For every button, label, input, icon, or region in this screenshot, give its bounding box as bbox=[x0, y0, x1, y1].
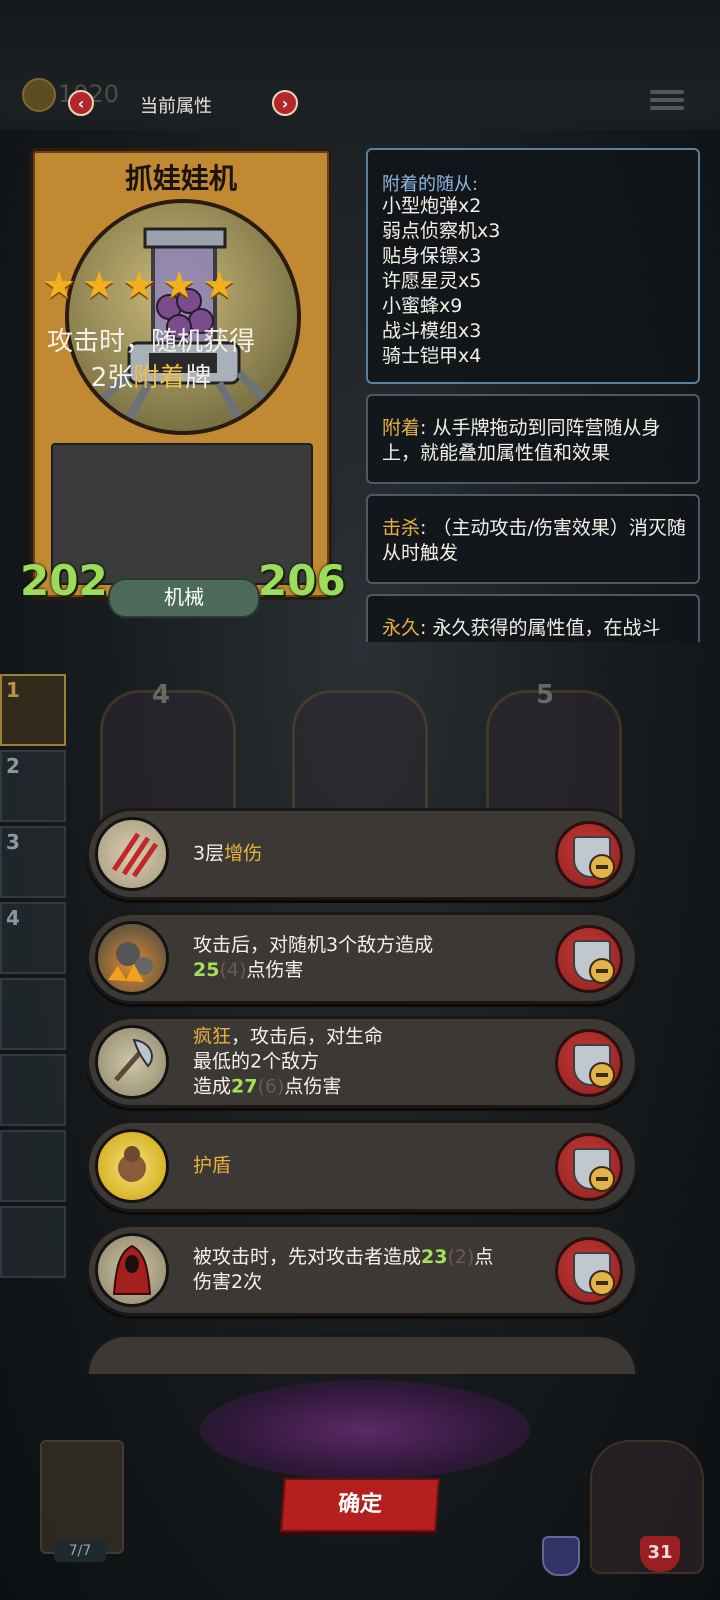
list-item: 许愿星灵x5 bbox=[382, 270, 482, 292]
tribe-label: 机械 bbox=[108, 578, 260, 618]
star-icon: ★ bbox=[202, 263, 237, 307]
keyword-panel-permanent[interactable]: 永久: 永久获得的属性值，在战斗 bbox=[366, 594, 700, 642]
effect-row-partial[interactable] bbox=[86, 1334, 638, 1374]
minus-icon bbox=[589, 854, 615, 880]
bomb-icon bbox=[95, 921, 169, 995]
effect-row: 护盾 bbox=[86, 1120, 638, 1212]
keyword-panel-attach: 附着: 从手牌拖动到同阵营随从身上，就能叠加属性值和效果 bbox=[366, 394, 700, 484]
health-value: 206 bbox=[258, 556, 346, 605]
star-icon: ★ bbox=[122, 263, 157, 307]
keyword-attach: 附着 bbox=[133, 363, 186, 393]
star-icon: ★ bbox=[82, 263, 117, 307]
claw-machine-portrait bbox=[65, 199, 301, 435]
prev-button[interactable]: ‹ bbox=[68, 90, 94, 116]
list-item: 弱点侦察机x3 bbox=[382, 220, 501, 242]
chevron-left-icon: ‹ bbox=[77, 93, 85, 113]
followers-heading: 附着的随从: bbox=[382, 174, 479, 195]
rank-slot-7[interactable] bbox=[0, 1130, 66, 1202]
list-item: 战斗模组x3 bbox=[382, 320, 482, 342]
list-item: 骑士铠甲x4 bbox=[382, 345, 482, 367]
deck-count: 7/7 bbox=[54, 1540, 106, 1562]
rank-slot-3[interactable]: 3 bbox=[0, 826, 66, 898]
rank-slot-1[interactable]: 1 bbox=[0, 674, 66, 746]
deck-icon[interactable] bbox=[40, 1440, 124, 1554]
attached-followers-panel: 附着的随从: 小型炮弹x2 弱点侦察机x3 贴身保镖x3 许愿星灵x5 小蜜蜂x… bbox=[366, 148, 700, 384]
remove-effect-button[interactable] bbox=[555, 1237, 623, 1305]
effect-row: 疯狂，攻击后，对生命 最低的2个敌方 造成27(6)点伤害 bbox=[86, 1016, 638, 1108]
red-cloak-icon bbox=[95, 1233, 169, 1307]
remove-effect-button[interactable] bbox=[555, 925, 623, 993]
page-title: 当前属性 bbox=[140, 96, 212, 117]
star-icon: ★ bbox=[42, 263, 77, 307]
cauldron-decoration bbox=[200, 1380, 530, 1480]
rank-slot-2[interactable]: 2 bbox=[0, 750, 66, 822]
confirm-button[interactable]: 确定 bbox=[280, 1478, 440, 1532]
effect-row: 攻击后，对随机3个敌方造成 25(4)点伤害 bbox=[86, 912, 638, 1004]
rank-slot-5[interactable] bbox=[0, 978, 66, 1050]
followers-list: 小型炮弹x2 弱点侦察机x3 贴身保镖x3 许愿星灵x5 小蜜蜂x9 战斗模组x… bbox=[382, 194, 500, 369]
remove-effect-button[interactable] bbox=[555, 1029, 623, 1097]
minus-icon bbox=[589, 1166, 615, 1192]
shield-bear-icon bbox=[95, 1129, 169, 1203]
list-item: 小蜜蜂x9 bbox=[382, 295, 463, 317]
card-name: 抓娃娃机 bbox=[124, 162, 237, 195]
hero-shield-icon bbox=[542, 1536, 580, 1576]
star-icon: ★ bbox=[162, 263, 197, 307]
hero-health: 31 bbox=[640, 1536, 680, 1572]
card-cost: 4 bbox=[152, 680, 171, 710]
keyword-panel-kill: 击杀: （主动攻击/伤害效果）消灭随从时触发 bbox=[366, 494, 700, 584]
card-cost: 5 bbox=[536, 680, 555, 710]
card-description: 攻击时，随机获得 2张附着牌 bbox=[46, 327, 255, 393]
star-rating: ★ ★ ★ ★ ★ bbox=[42, 266, 236, 304]
minus-icon bbox=[589, 958, 615, 984]
list-item: 贴身保镖x3 bbox=[382, 245, 482, 267]
rank-slot-6[interactable] bbox=[0, 1054, 66, 1126]
claw-scratch-icon bbox=[95, 817, 169, 891]
menu-icon[interactable] bbox=[650, 86, 684, 116]
axe-icon bbox=[95, 1025, 169, 1099]
effect-row: 被攻击时，先对攻击者造成23(2)点 伤害2次 bbox=[86, 1224, 638, 1316]
remove-effect-button[interactable] bbox=[555, 1133, 623, 1201]
list-item: 小型炮弹x2 bbox=[382, 195, 482, 217]
minus-icon bbox=[589, 1270, 615, 1296]
attack-value: 202 bbox=[20, 556, 108, 605]
effect-row: 3层增伤 bbox=[86, 808, 638, 900]
gold-coin-icon bbox=[22, 78, 56, 112]
top-bar bbox=[0, 0, 720, 130]
next-button[interactable]: › bbox=[272, 90, 298, 116]
remove-effect-button[interactable] bbox=[555, 821, 623, 889]
chevron-right-icon: › bbox=[281, 93, 289, 113]
rank-slot-4[interactable]: 4 bbox=[0, 902, 66, 974]
rank-slot-8[interactable] bbox=[0, 1206, 66, 1278]
minus-icon bbox=[589, 1062, 615, 1088]
